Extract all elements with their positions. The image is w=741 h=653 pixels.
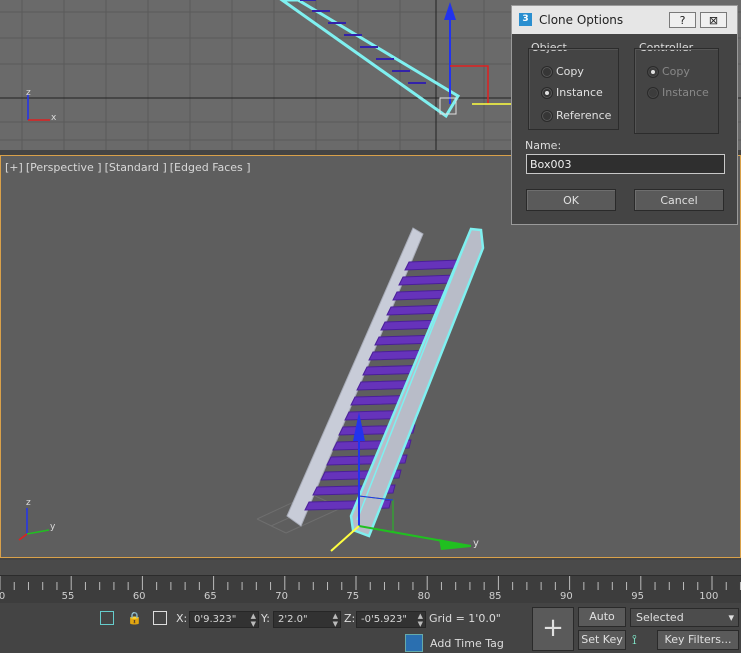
add-time-tag-label[interactable]: Add Time Tag xyxy=(430,637,504,650)
z-coord-field[interactable]: -0'5.923" ▲ ▼ xyxy=(356,611,426,628)
timeline-tick-label: 85 xyxy=(488,591,502,602)
timeline-tick-label: 90 xyxy=(560,591,573,602)
left-stringer[interactable] xyxy=(286,227,424,527)
option-label: Copy xyxy=(662,65,690,78)
z-coord-label: Z: xyxy=(344,612,356,625)
radio-icon[interactable] xyxy=(541,110,553,122)
key-selection-value: Selected xyxy=(636,611,684,624)
timeline-tick-label: 60 xyxy=(132,591,146,602)
z-coord-value: -0'5.923" xyxy=(361,614,407,625)
persp-axis-z-label: z xyxy=(26,498,31,508)
name-input[interactable] xyxy=(526,154,725,174)
radio-icon[interactable] xyxy=(647,87,659,99)
option-label: Instance xyxy=(662,86,709,99)
timeline-tick-label: 55 xyxy=(61,591,75,602)
top-axis-x-label: x xyxy=(51,113,57,123)
y-coord-field[interactable]: 2'2.0" ▲ ▼ xyxy=(273,611,341,628)
timeline-tick-label: 80 xyxy=(417,591,431,602)
cancel-button[interactable]: Cancel xyxy=(634,189,724,211)
key-mode-icon[interactable]: ⟟ xyxy=(632,632,652,650)
persp-axis-y-label: y xyxy=(50,522,56,532)
spinner-icon[interactable]: ▲ ▼ xyxy=(251,612,256,628)
viewport-mode-menu[interactable]: [Edged Faces ] xyxy=(170,161,251,174)
app-icon: 3 xyxy=(519,13,532,26)
spinner-icon[interactable]: ▲ ▼ xyxy=(418,612,423,628)
timeline-tick-label: 0 xyxy=(0,591,6,602)
key-filters-button[interactable]: Key Filters... xyxy=(657,630,739,650)
viewport-view-menu[interactable]: [Perspective ] xyxy=(26,161,102,174)
timeline-tick-label: 100 xyxy=(699,591,719,602)
close-button[interactable]: ⊠ xyxy=(700,12,727,28)
radio-icon[interactable] xyxy=(541,66,553,78)
absolute-mode-transform-icon[interactable] xyxy=(153,611,167,625)
x-coord-label: X: xyxy=(176,612,188,625)
option-label: Reference xyxy=(556,109,612,122)
help-button[interactable]: ? xyxy=(669,12,696,28)
radio-selected-icon[interactable] xyxy=(647,66,659,78)
viewport-label[interactable]: [+] [Perspective ] [Standard ] [Edged Faces… xyxy=(5,161,254,174)
ok-button[interactable]: OK xyxy=(526,189,616,211)
clone-options-dialog: 3 Clone Options ? ⊠ Object Copy Instance… xyxy=(511,5,738,225)
gizmo-z-arrow[interactable] xyxy=(444,2,456,20)
option-label: Instance xyxy=(556,86,603,99)
y-coord-label: Y: xyxy=(261,612,270,625)
time-tag-icon[interactable] xyxy=(405,634,423,652)
viewport-shading-menu[interactable]: [Standard ] xyxy=(105,161,167,174)
gizmo-y-label: y xyxy=(473,538,479,549)
set-key-button[interactable]: Set Key xyxy=(578,630,626,650)
y-coord-value: 2'2.0" xyxy=(278,614,308,625)
timeline-tick-label: 65 xyxy=(204,591,217,602)
viewport-plus-menu[interactable]: [+] xyxy=(5,161,23,174)
chevron-down-icon[interactable]: ▾ xyxy=(728,609,734,626)
lock-selection-icon[interactable]: 🔒 xyxy=(127,611,142,625)
track-ticks xyxy=(0,576,741,590)
set-key-large-button[interactable]: + xyxy=(532,607,574,651)
isolate-selection-icon[interactable] xyxy=(100,611,114,625)
x-coord-value: 0'9.323" xyxy=(194,614,237,625)
spinner-icon[interactable]: ▲ ▼ xyxy=(333,612,338,628)
name-label: Name: xyxy=(525,139,562,152)
timeline-tick-label: 70 xyxy=(275,591,288,602)
option-label: Copy xyxy=(556,65,584,78)
radio-selected-icon[interactable] xyxy=(541,87,553,99)
stair-stringer-top[interactable] xyxy=(279,0,461,119)
x-coord-field[interactable]: 0'9.323" ▲ ▼ xyxy=(189,611,259,628)
timeline-tick-label: 75 xyxy=(346,591,360,602)
dialog-title: Clone Options xyxy=(539,13,624,27)
key-selection-dropdown[interactable]: Selected ▾ xyxy=(630,608,739,627)
status-bar: 🔒 X: 0'9.323" ▲ ▼ Y: 2'2.0" ▲ ▼ Z: -0'5.923"… xyxy=(0,603,741,653)
auto-key-button[interactable]: Auto Key xyxy=(578,607,626,641)
key-plus-icon: + xyxy=(542,613,564,643)
track-bar[interactable] xyxy=(0,575,741,604)
grid-size-label: Grid = 1'0.0" xyxy=(429,612,501,625)
top-axis-z-label: z xyxy=(26,88,31,98)
dialog-titlebar[interactable]: 3 Clone Options ? ⊠ xyxy=(512,6,737,34)
timeline-tick-label: 95 xyxy=(631,591,644,602)
